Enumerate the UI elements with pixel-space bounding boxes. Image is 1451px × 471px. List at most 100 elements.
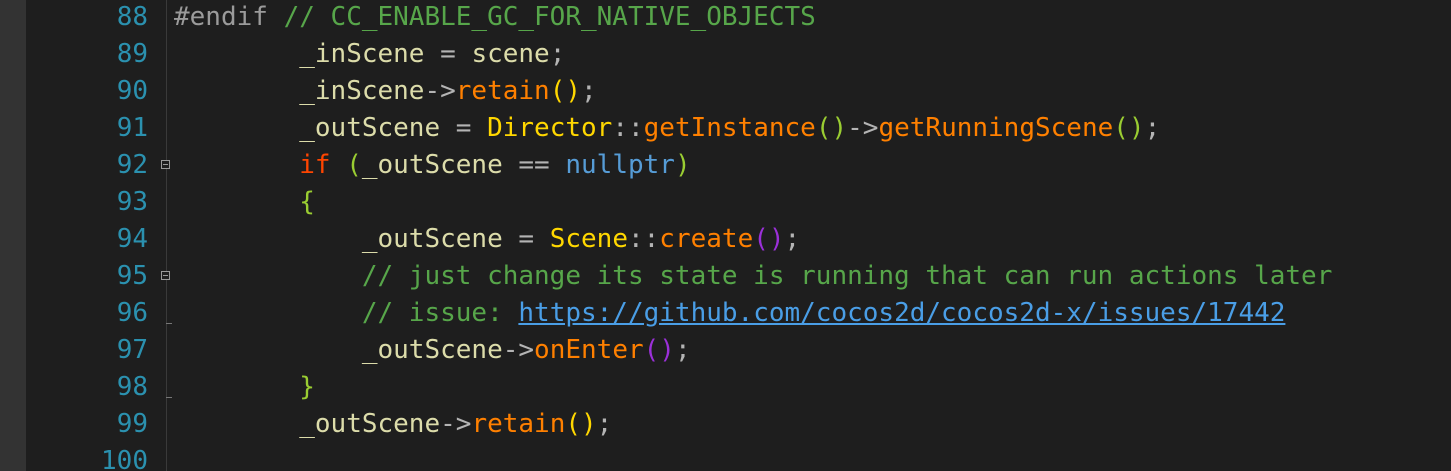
code-line[interactable]: 89 _inScene = scene; — [0, 36, 1451, 73]
code-token: retain — [471, 409, 566, 439]
code-token: -> — [424, 76, 456, 106]
code-token: #endif — [174, 2, 268, 32]
code-token: _outScene — [361, 224, 503, 254]
line-number: 88 — [116, 2, 148, 32]
code-token: // CC_ENABLE_GC_FOR_NATIVE_OBJECTS — [267, 2, 816, 32]
code-line[interactable]: 100 — [0, 443, 1451, 471]
code-text[interactable]: _inScene->retain(); — [174, 73, 597, 110]
code-token: ; — [581, 76, 597, 106]
code-token: () — [1113, 113, 1145, 143]
collapse-toggle-icon[interactable] — [161, 271, 170, 280]
code-line[interactable]: 97 _outScene->onEnter(); — [0, 332, 1451, 369]
code-token: _outScene — [299, 409, 441, 439]
code-token: = — [440, 113, 488, 143]
code-token: _outScene — [361, 335, 503, 365]
code-line[interactable]: 95 // just change its state is running t… — [0, 258, 1451, 295]
code-link[interactable]: https://github.com/cocos2d/cocos2d-x/iss… — [518, 298, 1285, 328]
code-line[interactable]: 98 } — [0, 369, 1451, 406]
code-token: ; — [1144, 113, 1161, 143]
code-token: Director — [487, 113, 613, 143]
code-token: () — [815, 113, 848, 143]
code-text[interactable]: _outScene = Director::getInstance()->get… — [174, 110, 1160, 147]
line-number: 96 — [116, 298, 148, 328]
code-line[interactable]: 94 _outScene = Scene::create(); — [0, 221, 1451, 258]
code-line[interactable]: 99 _outScene->retain(); — [0, 406, 1451, 443]
code-line[interactable]: 90 _inScene->retain(); — [0, 73, 1451, 110]
code-token: = — [502, 224, 550, 254]
code-text[interactable]: // issue: https://github.com/cocos2d/coc… — [174, 295, 1286, 332]
code-text[interactable]: // just change its state is running that… — [174, 258, 1333, 295]
code-token: if — [299, 150, 331, 180]
code-line[interactable]: 93 { — [0, 184, 1451, 221]
code-token: getInstance — [643, 113, 816, 143]
code-token: scene — [471, 39, 550, 69]
fold-end-marker — [166, 323, 172, 324]
code-token: Scene — [549, 224, 628, 254]
code-token: nullptr — [565, 150, 675, 180]
line-number: 94 — [116, 224, 148, 254]
line-number: 93 — [116, 187, 148, 217]
code-text[interactable]: { — [174, 184, 315, 221]
code-line[interactable]: 96 // issue: https://github.com/cocos2d/… — [0, 295, 1451, 332]
code-line[interactable]: 92 if (_outScene == nullptr) — [0, 147, 1451, 184]
code-token: -> — [847, 113, 879, 143]
code-editor[interactable]: 88 #endif // CC_ENABLE_GC_FOR_NATIVE_OBJE… — [0, 0, 1451, 471]
line-number: 92 — [116, 150, 148, 180]
code-text[interactable]: _outScene->retain(); — [174, 406, 612, 443]
code-token: () — [643, 335, 675, 365]
code-token: retain — [455, 76, 550, 106]
code-token: onEnter — [534, 335, 644, 365]
line-number: 91 — [116, 113, 148, 143]
code-text[interactable]: _inScene = scene; — [174, 36, 565, 73]
code-token: // just change its state is running that… — [361, 261, 1333, 291]
code-token: create — [659, 224, 754, 254]
code-token: ( — [346, 150, 362, 180]
code-token: ; — [674, 335, 691, 365]
code-token: _outScene — [361, 150, 503, 180]
code-token: -> — [502, 335, 535, 365]
code-text[interactable]: #endif // CC_ENABLE_GC_FOR_NATIVE_OBJECT… — [174, 0, 816, 36]
code-token: getRunningScene — [878, 113, 1114, 143]
code-token: == — [502, 150, 566, 180]
code-line[interactable]: 91 _outScene = Director::getInstance()->… — [0, 110, 1451, 147]
code-token: { — [299, 187, 315, 217]
line-number: 98 — [116, 372, 148, 402]
code-token: () — [753, 224, 785, 254]
code-text[interactable]: _outScene = Scene::create(); — [174, 221, 800, 258]
line-number: 100 — [101, 446, 148, 471]
code-token: } — [299, 372, 315, 402]
code-token: :: — [612, 113, 644, 143]
code-token: () — [565, 409, 597, 439]
code-text[interactable]: } — [174, 369, 315, 406]
code-token: // issue: — [361, 298, 519, 328]
line-number: 99 — [116, 409, 148, 439]
code-line[interactable]: 88 #endif // CC_ENABLE_GC_FOR_NATIVE_OBJE… — [0, 0, 1451, 36]
code-text[interactable]: _outScene->onEnter(); — [174, 332, 691, 369]
code-token: ; — [549, 39, 566, 69]
code-token: _inScene — [299, 39, 425, 69]
code-token: _outScene — [299, 113, 441, 143]
line-number: 97 — [116, 335, 148, 365]
code-token: ; — [784, 224, 801, 254]
code-text[interactable]: if (_outScene == nullptr) — [174, 147, 691, 184]
line-number: 90 — [116, 76, 148, 106]
code-token: = — [424, 39, 472, 69]
code-token: :: — [627, 224, 660, 254]
line-number: 95 — [116, 261, 148, 291]
code-token: ; — [596, 409, 613, 439]
fold-end-marker — [166, 397, 172, 398]
collapse-toggle-icon[interactable] — [161, 160, 170, 169]
code-token: ) — [674, 150, 691, 180]
